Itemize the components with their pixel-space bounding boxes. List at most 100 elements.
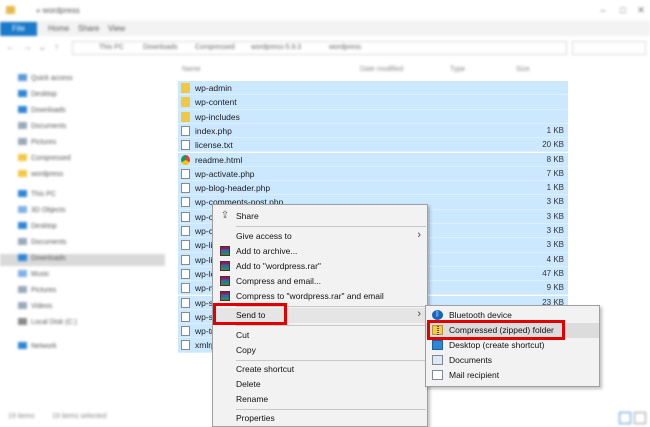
nav-item-label: 3D Objects (31, 207, 66, 214)
menu-item-properties[interactable]: Properties (213, 411, 427, 426)
documents-icon (432, 355, 443, 365)
file-icon (181, 326, 190, 337)
file-name: wp-blog-header.php (195, 183, 271, 194)
file-size: 4 KB (546, 254, 564, 264)
tab-home[interactable]: Home (48, 24, 69, 33)
file-row[interactable]: wp-admin (178, 81, 568, 96)
menu-item-label: Add to "wordpress.rar" (236, 261, 321, 271)
nav-item-label: Pictures (31, 139, 57, 146)
up-icon[interactable]: ↑ (54, 42, 59, 53)
breadcrumb-wordpress-version[interactable]: wordpress-5.9.3 (251, 44, 301, 51)
minimize-icon[interactable]: – (598, 5, 608, 15)
back-icon[interactable]: ← (6, 42, 16, 53)
nav-item[interactable]: Desktop (18, 222, 57, 234)
nav-item[interactable]: Network (18, 342, 57, 354)
file-row[interactable]: wp-activate.php 7 KB (178, 166, 568, 182)
winrar-icon (220, 291, 230, 301)
menu-item-give-access[interactable]: Give access to › (213, 229, 427, 244)
file-icon (181, 240, 190, 251)
nav-item[interactable]: 3D Objects (18, 206, 66, 218)
nav-item[interactable]: Desktop (18, 90, 57, 102)
menu-item-compress-rar-email[interactable]: Compress to "wordpress.rar" and email (213, 289, 427, 304)
maximize-icon[interactable]: □ (618, 5, 628, 15)
menu-item-rename[interactable]: Rename (213, 392, 427, 407)
breadcrumb-downloads[interactable]: Downloads (143, 44, 178, 51)
recent-chevron-icon[interactable]: ⌄ (38, 42, 46, 53)
nav-item[interactable]: Downloads (18, 106, 66, 118)
file-size: 1 KB (546, 183, 564, 193)
file-icon (181, 211, 190, 222)
nav-item[interactable]: Local Disk (C:) (18, 318, 77, 330)
column-type[interactable]: Type (450, 66, 465, 73)
forward-icon[interactable]: → (22, 42, 32, 53)
send-to-submenu: ᛒ Bluetooth device Compressed (zipped) f… (425, 305, 600, 387)
column-name[interactable]: Name (182, 66, 201, 73)
menu-item-delete[interactable]: Delete (213, 377, 427, 392)
desktop-icon (18, 222, 27, 229)
desktop-icon (432, 340, 443, 350)
menu-item-add-archive[interactable]: Add to archive... (213, 244, 427, 259)
file-size: 1 KB (546, 125, 564, 135)
large-icons-view-icon[interactable] (634, 412, 646, 424)
tab-view[interactable]: View (108, 24, 125, 33)
nav-item[interactable]: Pictures (18, 138, 56, 150)
nav-item[interactable]: Documents (18, 238, 66, 250)
menu-item-compress-email[interactable]: Compress and email... (213, 274, 427, 289)
submenu-item-label: Desktop (create shortcut) (449, 340, 545, 350)
breadcrumb-compressed[interactable]: Compressed (195, 44, 235, 51)
nav-item[interactable]: Compressed (18, 154, 71, 166)
nav-item[interactable]: This PC (18, 190, 56, 202)
tab-share[interactable]: Share (78, 24, 99, 33)
menu-item-share[interactable]: ⇪ Share (213, 209, 427, 224)
file-row[interactable]: wp-blog-header.php 1 KB (178, 181, 568, 196)
file-name: wp-includes (195, 111, 240, 122)
file-size: 3 KB (546, 211, 564, 221)
menu-item-add-rar[interactable]: Add to "wordpress.rar" (213, 259, 427, 274)
file-name: wp-s (195, 297, 213, 308)
nav-item[interactable]: Documents (18, 122, 66, 134)
nav-item[interactable]: Quick access (18, 74, 73, 86)
menu-item-label: Compress to "wordpress.rar" and email (236, 291, 384, 301)
menu-item-label: Rename (236, 394, 269, 404)
tab-file[interactable]: File (0, 22, 37, 36)
nav-item-label: Quick access (31, 75, 73, 82)
column-date-modified[interactable]: Date modified (360, 66, 403, 73)
menu-separator (236, 360, 426, 361)
documents-icon (18, 122, 27, 129)
close-icon[interactable]: ✕ (636, 5, 646, 15)
mail-icon (432, 370, 443, 380)
breadcrumb-this-pc[interactable]: This PC (99, 44, 124, 51)
nav-item[interactable]: Videos (18, 302, 52, 314)
pictures-icon (18, 138, 27, 145)
menu-item-create-shortcut[interactable]: Create shortcut (213, 362, 427, 377)
menu-item-cut[interactable]: Cut (213, 328, 427, 343)
file-size: 8 KB (546, 154, 564, 164)
nav-item[interactable]: Downloads (0, 254, 165, 266)
details-view-icon[interactable] (619, 412, 631, 424)
send-to-documents[interactable]: Documents (426, 353, 599, 368)
file-size: 7 KB (546, 168, 564, 178)
column-size[interactable]: Size (516, 66, 530, 73)
nav-item[interactable]: Music (18, 270, 49, 282)
file-icon (181, 197, 190, 208)
file-row[interactable]: readme.html 8 KB (178, 152, 568, 167)
path-box[interactable]: This PC Downloads Compressed wordpress-5… (72, 41, 567, 55)
nav-item-label: Pictures (31, 287, 57, 294)
send-to-mail[interactable]: Mail recipient (426, 368, 599, 383)
winrar-icon (220, 276, 230, 286)
file-row[interactable]: wp-content (178, 95, 568, 110)
search-input[interactable] (572, 41, 646, 55)
nav-item[interactable]: Pictures (18, 286, 56, 298)
menu-item-label: Share (236, 211, 259, 221)
file-row[interactable]: wp-includes (178, 109, 568, 124)
pc-icon (18, 190, 27, 197)
menu-item-copy[interactable]: Copy (213, 343, 427, 358)
file-row[interactable]: index.php 1 KB (178, 123, 568, 139)
send-to-desktop[interactable]: Desktop (create shortcut) (426, 338, 599, 353)
file-size: 47 KB (542, 268, 564, 278)
chrome-html-icon (181, 154, 190, 165)
breadcrumb-wordpress[interactable]: wordpress (329, 44, 361, 51)
file-row[interactable]: license.txt 20 KB (178, 138, 568, 153)
nav-item[interactable]: wordpress (18, 170, 63, 182)
folder-icon (181, 97, 190, 108)
